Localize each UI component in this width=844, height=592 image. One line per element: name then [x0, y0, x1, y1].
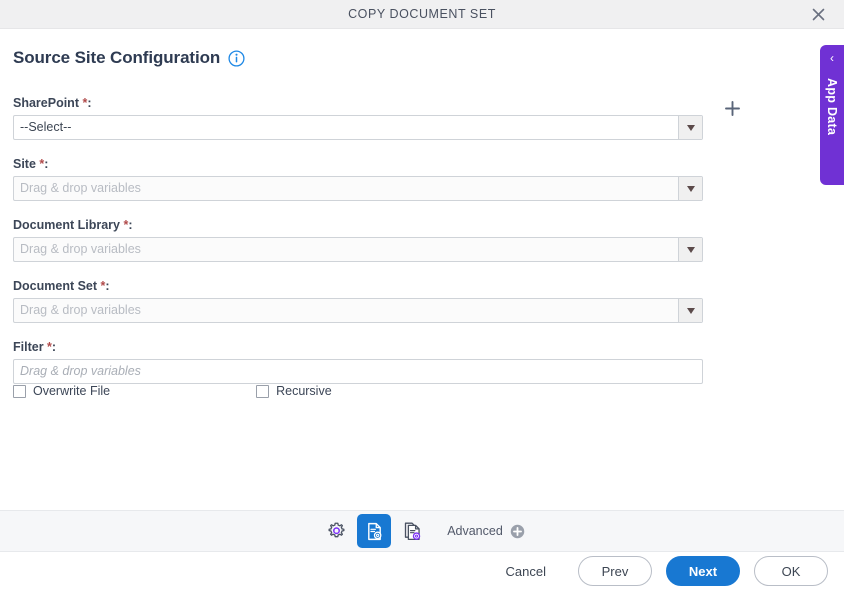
label-filter: Filter *: [13, 340, 57, 354]
document-library-dropdown-placeholder: Drag & drop variables [20, 242, 141, 256]
ok-button[interactable]: OK [754, 556, 828, 586]
label-sharepoint: SharePoint *: [13, 96, 92, 110]
dialog-titlebar: COPY DOCUMENT SET [0, 0, 844, 29]
bottom-icon-toolbar: Advanced [0, 510, 844, 552]
document-set-dropdown-arrow[interactable] [678, 299, 702, 322]
copy-document-set-dialog: COPY DOCUMENT SET Source Site Configurat… [0, 0, 844, 592]
chevron-down-icon [686, 307, 695, 314]
site-dropdown-arrow[interactable] [678, 177, 702, 200]
gear-icon [328, 522, 345, 537]
page-title: Source Site Configuration [13, 48, 221, 67]
sharepoint-dropdown[interactable]: --Select-- [13, 115, 703, 140]
sharepoint-dropdown-value: --Select-- [20, 120, 72, 134]
label-site: Site *: [13, 157, 49, 171]
close-button[interactable] [800, 0, 836, 29]
document-library-dropdown[interactable]: Drag & drop variables [13, 237, 703, 262]
checkbox-box-icon [13, 384, 26, 398]
chevron-left-icon: ‹ [830, 51, 834, 65]
dialog-actions: Cancel Prev Next OK [488, 556, 828, 586]
cancel-button[interactable]: Cancel [488, 556, 564, 586]
info-circle-icon[interactable] [228, 49, 245, 67]
site-dropdown[interactable]: Drag & drop variables [13, 176, 703, 201]
close-icon [812, 8, 824, 21]
plus-icon [724, 101, 740, 116]
app-data-panel-tab[interactable]: ‹ App Data [820, 45, 844, 185]
prev-button[interactable]: Prev [578, 556, 652, 586]
document-library-dropdown-arrow[interactable] [678, 238, 702, 261]
document-copy-settings-icon [404, 522, 420, 540]
source-site-configuration-form: SharePoint *: --Select-- Site *: Drag & … [13, 96, 740, 384]
checkbox-recursive[interactable]: Recursive [256, 384, 332, 398]
toolbar-document-copy-settings-button[interactable] [395, 514, 429, 548]
site-dropdown-placeholder: Drag & drop variables [20, 181, 141, 195]
field-sharepoint: SharePoint *: --Select-- [13, 96, 740, 140]
next-button[interactable]: Next [666, 556, 740, 586]
sharepoint-dropdown-arrow[interactable] [678, 116, 702, 139]
field-filter: Filter *: Drag & drop variables [13, 340, 733, 384]
document-set-dropdown[interactable]: Drag & drop variables [13, 298, 703, 323]
field-document-set: Document Set *: Drag & drop variables [13, 279, 733, 323]
checkbox-overwrite-file[interactable]: Overwrite File [13, 384, 110, 398]
add-sharepoint-button[interactable] [719, 96, 745, 121]
advanced-button[interactable]: Advanced [447, 524, 525, 539]
toolbar-gear-button[interactable] [319, 514, 353, 548]
field-document-library: Document Library *: Drag & drop variable… [13, 218, 733, 262]
toolbar-document-settings-button[interactable] [357, 514, 392, 548]
dialog-title: COPY DOCUMENT SET [348, 7, 496, 21]
checkbox-box-icon [256, 384, 270, 398]
options-checkbox-row: Overwrite File Recursive [13, 384, 332, 398]
label-document-set: Document Set *: [13, 279, 110, 293]
checkbox-recursive-label: Recursive [276, 384, 332, 398]
field-site: Site *: Drag & drop variables [13, 157, 733, 201]
app-data-label: App Data [825, 78, 839, 136]
chevron-down-icon [686, 246, 695, 253]
filter-input[interactable]: Drag & drop variables [13, 359, 703, 384]
page-heading: Source Site Configuration [13, 48, 245, 68]
label-document-library: Document Library *: [13, 218, 133, 232]
advanced-label: Advanced [447, 524, 503, 538]
chevron-down-icon [686, 185, 695, 192]
document-set-dropdown-placeholder: Drag & drop variables [20, 303, 141, 317]
checkbox-overwrite-file-label: Overwrite File [33, 384, 111, 398]
plus-circle-icon [510, 524, 525, 538]
chevron-down-icon [686, 124, 695, 131]
document-settings-icon [367, 522, 382, 540]
